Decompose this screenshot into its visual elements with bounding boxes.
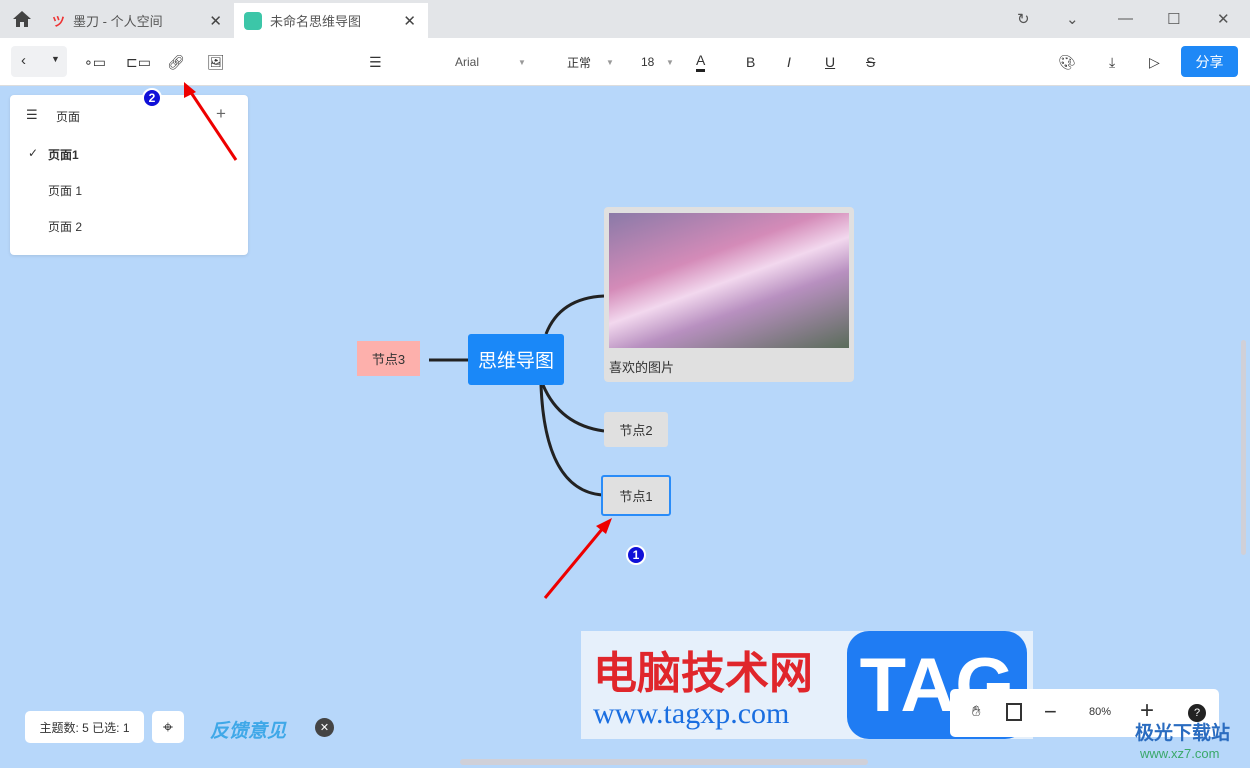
horizontal-scrollbar[interactable] [460,759,868,765]
watermark-url: www.tagxp.com [593,697,790,730]
locate-icon[interactable]: ⌖ [152,711,184,743]
arrow-annotation [543,521,610,599]
root-node[interactable]: 思维导图 [468,334,564,385]
watermark-text: 电脑技术网 [593,649,813,698]
zoom-level: 80% [1089,706,1112,718]
landscape-image [609,213,849,348]
step-badge: 2 [142,88,162,108]
node-1-selected[interactable]: 节点1 [601,475,671,516]
node-3[interactable]: 节点3 [357,341,420,376]
arrow-annotation [186,87,238,161]
site-watermark-url: www.xz7.com [1140,746,1220,761]
topic-count: 主题数: 5 已选: 1 [25,711,144,743]
zoom-out-button[interactable]: − [1044,699,1057,725]
feedback-link[interactable]: 反馈意见 [210,716,286,743]
node-2[interactable]: 节点2 [604,412,668,447]
hand-icon[interactable]: ✋︎ [972,703,981,720]
vertical-scrollbar[interactable] [1241,340,1246,555]
site-watermark: 极光下载站 [1135,723,1231,744]
fit-icon[interactable] [1006,703,1022,721]
image-caption: 喜欢的图片 [609,360,675,375]
image-node[interactable]: 喜欢的图片 [604,207,854,382]
close-feedback-icon[interactable]: ✕ [315,718,334,737]
step-badge: 1 [626,545,646,565]
